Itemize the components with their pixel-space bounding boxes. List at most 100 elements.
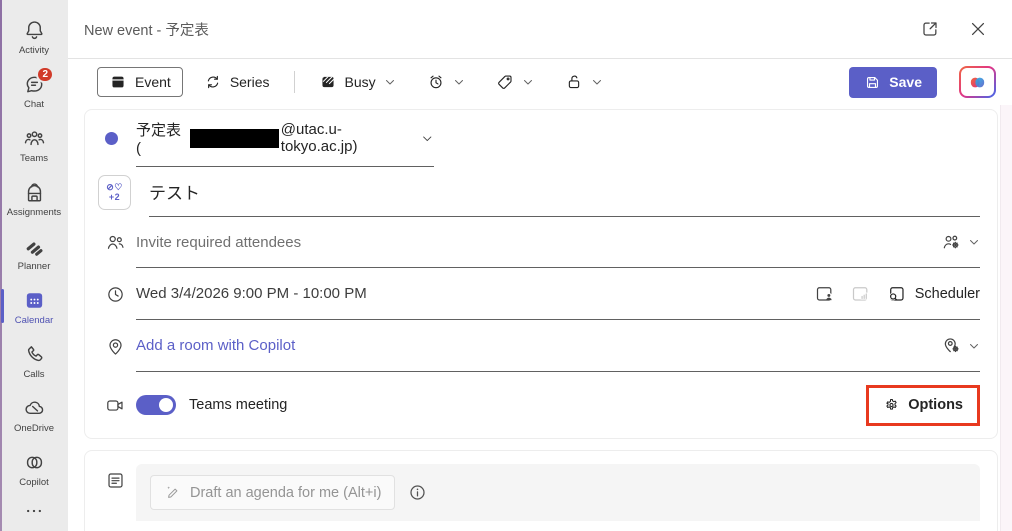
calendar-select-row: 予定表 ( @utac.u-tokyo.ac.jp) (85, 110, 997, 167)
event-form: 予定表 ( @utac.u-tokyo.ac.jp) ⊘♡ +2 (68, 105, 1000, 531)
calendar-person-icon (814, 283, 835, 304)
more-dots-icon (24, 501, 44, 521)
attendees-row (85, 217, 997, 268)
attendee-options (941, 232, 980, 253)
series-tab-button[interactable]: Series (194, 67, 280, 97)
sidebar-item-label: OneDrive (14, 423, 54, 434)
event-icon (109, 73, 127, 91)
chevron-down-icon (968, 340, 980, 352)
editor-toolbar: Draft an agenda for me (Alt+i) (136, 464, 980, 521)
sidebar-item-copilot[interactable]: Copilot (0, 442, 68, 496)
sidebar-item-label: Teams (20, 153, 48, 164)
emoji-picker-count: +2 (109, 192, 120, 202)
app-rail: Activity 2 Chat Teams Assignments (0, 0, 68, 531)
calendar-color-dot (105, 110, 136, 167)
sidebar-item-label: Calls (23, 369, 44, 380)
copilot-logo-icon (968, 73, 987, 92)
event-toolbar: Event Series Busy (68, 59, 1012, 105)
title-field (149, 167, 980, 217)
teams-app-window: Activity 2 Chat Teams Assignments (0, 0, 1012, 531)
description-editor: Draft an agenda for me (Alt+i) (136, 464, 980, 531)
event-tab-button[interactable]: Event (97, 67, 183, 97)
event-tab-label: Event (135, 74, 171, 90)
copilot-logo-frame (961, 68, 994, 96)
vertical-scrollbar[interactable] (1000, 105, 1012, 531)
sidebar-item-onedrive[interactable]: OneDrive (0, 388, 68, 442)
close-button[interactable] (968, 19, 988, 39)
agenda-info-button[interactable] (408, 483, 427, 502)
teams-meeting-toggle[interactable] (136, 395, 176, 415)
scheduler-label: Scheduler (915, 286, 980, 302)
sidebar-item-teams[interactable]: Teams (0, 118, 68, 172)
teams-meeting-field: Teams meeting Options (136, 372, 980, 438)
calendar-icon (23, 289, 46, 312)
privacy-lock-button[interactable] (555, 67, 613, 97)
reminder-button[interactable] (417, 67, 475, 97)
sidebar-item-chat[interactable]: 2 Chat (0, 64, 68, 118)
open-lock-icon (565, 73, 583, 91)
attendees-input[interactable] (136, 234, 941, 251)
sidebar-item-calls[interactable]: Calls (0, 334, 68, 388)
location-row: Add a room with Copilot (85, 320, 997, 372)
sidebar-item-calendar[interactable]: Calendar (0, 280, 68, 334)
info-icon (408, 483, 427, 502)
add-room-copilot-link[interactable]: Add a room with Copilot (136, 337, 295, 354)
description-card: Draft an agenda for me (Alt+i) (84, 450, 998, 531)
copilot-button[interactable] (959, 66, 996, 98)
location-settings-icon (941, 335, 962, 356)
attendee-settings-button[interactable] (941, 232, 980, 253)
onedrive-cloud-icon (23, 397, 46, 420)
datetime-value[interactable]: Wed 3/4/2026 9:00 PM - 10:00 PM (136, 285, 367, 302)
save-button[interactable]: Save (849, 67, 937, 98)
location-pin-icon (105, 320, 136, 372)
location-options (941, 335, 980, 356)
copilot-icon (23, 451, 46, 474)
repeat-icon (204, 73, 222, 91)
planner-icon (23, 235, 46, 258)
event-title-input[interactable] (149, 182, 980, 202)
calendar-select-dropdown[interactable]: 予定表 ( @utac.u-tokyo.ac.jp) (136, 110, 434, 167)
calendar-chart-icon (850, 283, 871, 304)
busy-label: Busy (345, 74, 376, 90)
chat-unread-badge: 2 (36, 66, 54, 83)
phone-icon (23, 343, 46, 366)
people-icon (105, 217, 136, 268)
location-field: Add a room with Copilot (136, 320, 980, 372)
sidebar-item-planner[interactable]: Planner (0, 226, 68, 280)
open-in-new-window-button[interactable] (920, 19, 940, 39)
category-tag-button[interactable] (486, 67, 544, 97)
calendar-name-suffix: @utac.u-tokyo.ac.jp) (281, 121, 414, 155)
redacted-email (190, 129, 279, 148)
sidebar-item-label: Copilot (19, 477, 49, 488)
meeting-options-button[interactable]: Options (869, 388, 977, 423)
sidebar-item-label: Planner (18, 261, 51, 272)
sidebar-item-activity[interactable]: Activity (0, 10, 68, 64)
emoji-picker-button[interactable]: ⊘♡ +2 (98, 175, 131, 210)
scheduler-button[interactable]: Scheduler (886, 283, 980, 304)
people-settings-icon (941, 232, 962, 253)
sidebar-item-label: Assignments (7, 207, 61, 218)
suggested-times-button[interactable] (814, 283, 835, 304)
sidebar-item-label: Activity (19, 45, 49, 56)
sidebar-item-assignments[interactable]: Assignments (0, 172, 68, 226)
datetime-actions: Scheduler (814, 283, 980, 304)
description-textarea[interactable] (136, 521, 980, 531)
dialog-content: 予定表 ( @utac.u-tokyo.ac.jp) ⊘♡ +2 (68, 105, 1012, 531)
busy-status-icon (319, 73, 337, 91)
teams-meeting-row: Teams meeting Options (85, 372, 997, 438)
draft-agenda-button[interactable]: Draft an agenda for me (Alt+i) (150, 475, 395, 510)
chevron-down-icon (591, 76, 603, 88)
emoji-picker-glyphs: ⊘♡ (106, 182, 123, 192)
new-event-dialog: New event - 予定表 (68, 0, 1012, 531)
sidebar-item-more-apps[interactable] (0, 498, 68, 524)
chevron-down-icon (384, 76, 396, 88)
chevron-down-icon (453, 76, 465, 88)
location-settings-button[interactable] (941, 335, 980, 356)
gear-icon (883, 397, 900, 414)
scheduling-assistant-button[interactable] (850, 283, 871, 304)
teams-meeting-label: Teams meeting (189, 397, 287, 413)
datetime-row: Wed 3/4/2026 9:00 PM - 10:00 PM (85, 268, 997, 320)
show-as-busy-button[interactable]: Busy (309, 67, 406, 97)
title-row: ⊘♡ +2 (85, 167, 997, 217)
page-title: New event - 予定表 (84, 19, 209, 40)
